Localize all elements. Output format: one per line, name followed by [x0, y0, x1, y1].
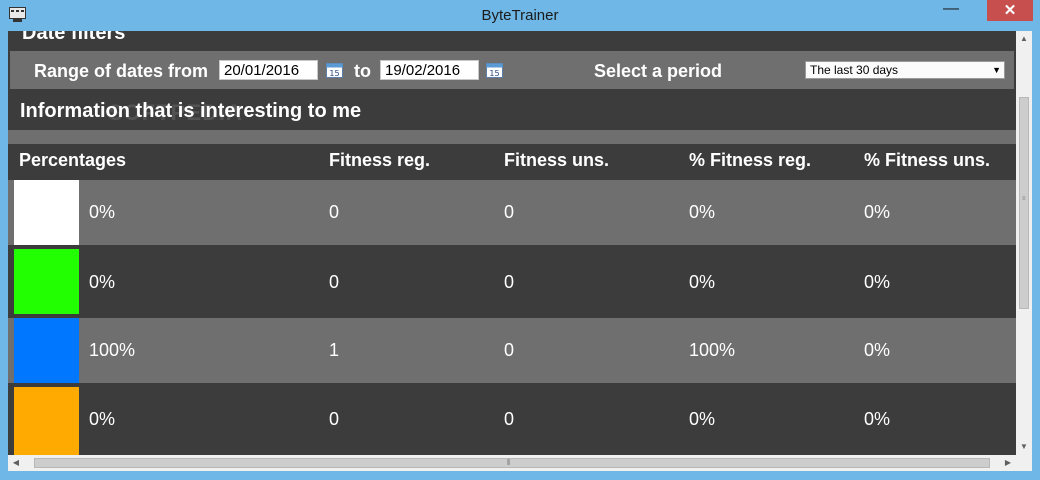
window-frame: [0, 471, 1040, 480]
cell-fitness-uns: 0: [504, 340, 515, 360]
period-select[interactable]: The last 30 days ▼: [805, 61, 1005, 79]
close-button[interactable]: ✕: [987, 0, 1033, 21]
to-date-field[interactable]: 19/02/2016: [380, 60, 479, 80]
table-row: 0% 0 0 0% 0%: [8, 180, 1016, 245]
cell-pct-fitness-uns: 0%: [864, 340, 891, 360]
table-row: 0% 0 0 0% 0%: [8, 383, 1016, 455]
cell-pct-fitness-uns: 0%: [864, 272, 891, 292]
main-content: Date filters Range of dates from 20/01/2…: [8, 31, 1016, 455]
color-swatch: [14, 180, 79, 245]
to-label: to: [354, 61, 371, 81]
col-header-pct-fitness-uns: % Fitness uns.: [864, 150, 991, 170]
svg-text:15: 15: [329, 69, 339, 78]
scroll-down-icon[interactable]: ▼: [1016, 439, 1032, 455]
date-filters-header: [8, 31, 1016, 45]
watermark: SOFTPEDIA: [108, 100, 243, 125]
cell-percent: 0%: [89, 272, 116, 292]
cell-fitness-reg: 0: [329, 272, 340, 292]
horizontal-scroll-thumb[interactable]: ⦀: [34, 458, 990, 468]
color-swatch: [14, 249, 79, 314]
cell-fitness-uns: 0: [504, 272, 515, 292]
scrollbar-corner: [1016, 455, 1032, 471]
cell-fitness-reg: 0: [329, 202, 340, 222]
cell-fitness-reg: 0: [329, 409, 340, 429]
col-header-fitness-uns: Fitness uns.: [504, 150, 610, 170]
period-selected-value: The last 30 days: [810, 63, 899, 77]
date-filter-bar: Range of dates from 20/01/2016 15 to 19/…: [10, 51, 1014, 89]
cell-fitness-reg: 1: [329, 340, 340, 360]
scroll-right-icon[interactable]: ▶: [1000, 455, 1016, 471]
date-filters-title: Date filters: [22, 31, 126, 44]
cell-percent: 0%: [89, 202, 116, 222]
col-header-pct-fitness-reg: % Fitness reg.: [689, 150, 812, 170]
cell-percent: 0%: [89, 409, 116, 429]
section-divider: [8, 130, 1016, 144]
vertical-scroll-thumb[interactable]: ≡: [1019, 97, 1029, 309]
table-row: 0% 0 0 0% 0%: [8, 245, 1016, 318]
window-title: ByteTrainer: [481, 7, 559, 24]
title-bar: ByteTrainer — ✕: [0, 0, 1040, 31]
col-header-percentages: Percentages: [19, 150, 127, 170]
period-label: Select a period: [594, 61, 723, 81]
calendar-icon[interactable]: 15: [326, 62, 343, 78]
color-swatch: [14, 318, 79, 383]
scroll-up-icon[interactable]: ▲: [1016, 31, 1032, 47]
grip-icon: ≡: [1022, 196, 1026, 202]
chevron-down-icon: ▼: [992, 65, 1001, 75]
col-header-fitness-reg: Fitness reg.: [329, 150, 431, 170]
table-row: 100% 1 0 100% 0%: [8, 318, 1016, 383]
cell-fitness-uns: 0: [504, 409, 515, 429]
svg-text:15: 15: [489, 69, 499, 78]
cell-pct-fitness-reg: 0%: [689, 202, 716, 222]
range-label: Range of dates from: [34, 61, 209, 81]
calendar-icon[interactable]: 15: [486, 62, 503, 78]
from-date-field[interactable]: 20/01/2016: [219, 60, 318, 80]
cell-fitness-uns: 0: [504, 202, 515, 222]
cell-percent: 100%: [89, 340, 136, 360]
grip-icon: ⦀: [507, 458, 511, 467]
cell-pct-fitness-uns: 0%: [864, 409, 891, 429]
cell-pct-fitness-reg: 0%: [689, 409, 716, 429]
minimize-button[interactable]: —: [938, 0, 964, 22]
window-frame: [1032, 31, 1040, 480]
scroll-left-icon[interactable]: ◀: [8, 455, 24, 471]
color-swatch: [14, 387, 79, 455]
cell-pct-fitness-reg: 0%: [689, 272, 716, 292]
cell-pct-fitness-reg: 100%: [689, 340, 736, 360]
cell-pct-fitness-uns: 0%: [864, 202, 891, 222]
